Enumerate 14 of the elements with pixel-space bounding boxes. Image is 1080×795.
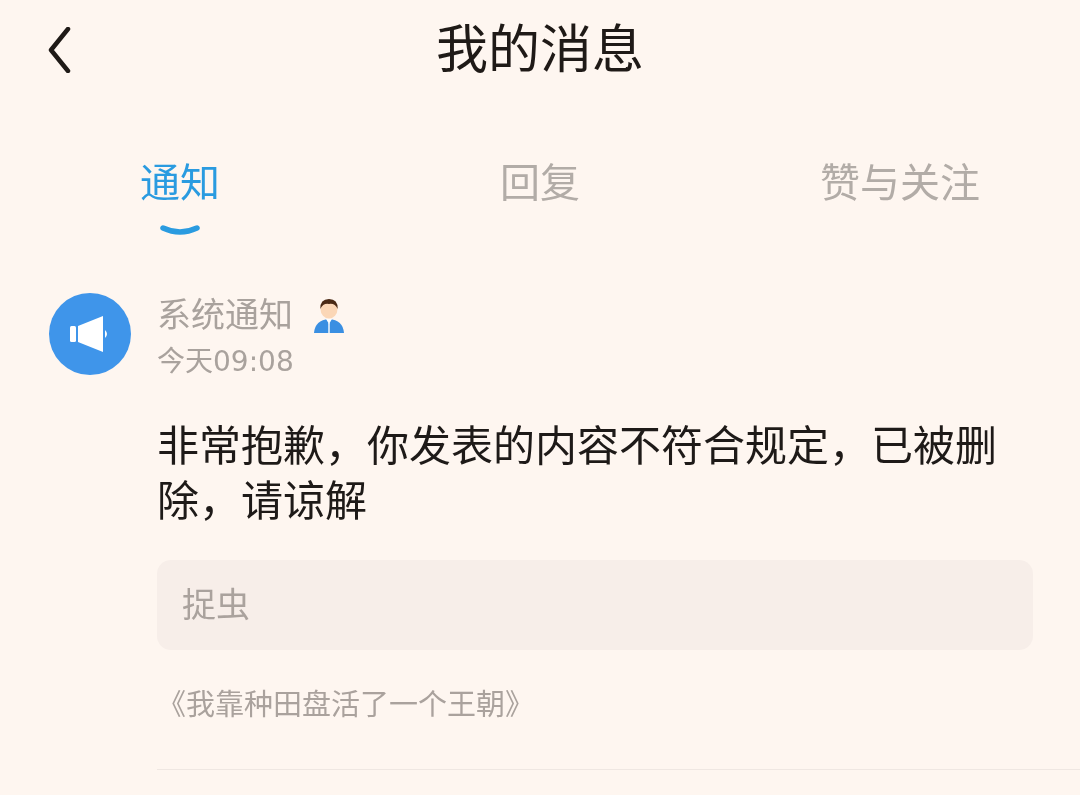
message-text: 非常抱歉，你发表的内容不符合规定，已被删除，请谅解: [157, 421, 998, 528]
megaphone-avatar-icon: [49, 293, 131, 375]
tab[interactable]: 回复: [500, 159, 580, 236]
sender-name: 系统通知: [157, 295, 293, 335]
message-time: 今天09:08: [157, 345, 294, 379]
tab[interactable]: 通知: [140, 159, 220, 236]
quoted-text: 捉虫: [182, 585, 250, 625]
tab[interactable]: 赞与关注: [820, 159, 980, 236]
person-icon: [311, 297, 347, 333]
tab-indicator-icon: [160, 225, 200, 236]
chevron-left-icon: [47, 27, 71, 73]
book-title-link[interactable]: 《我靠种田盘活了一个王朝》: [157, 687, 534, 723]
page-title: 我的消息: [435, 20, 645, 80]
quoted-content-card[interactable]: 捉虫: [157, 560, 1033, 650]
